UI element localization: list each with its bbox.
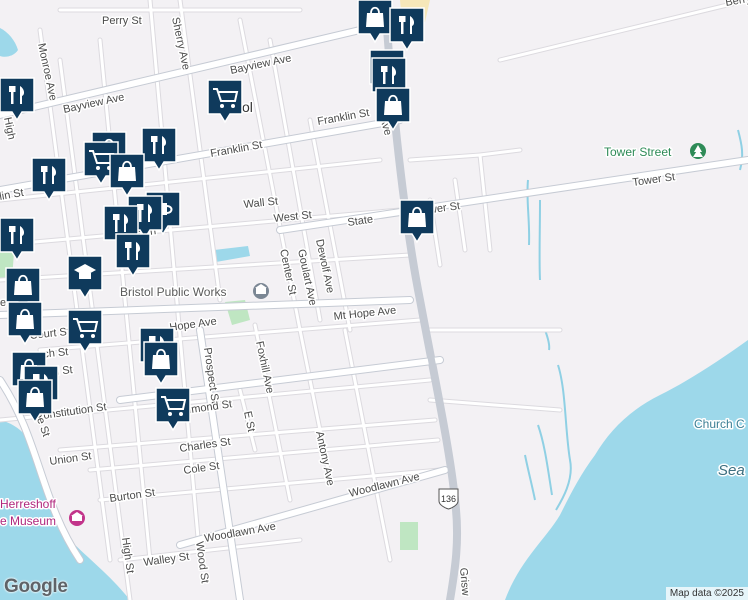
street-label: High bbox=[1, 116, 17, 141]
route-shield: 136 bbox=[438, 488, 459, 510]
street-label: Center St bbox=[277, 248, 298, 296]
government-building-icon bbox=[253, 283, 269, 299]
street-label: Antony Ave bbox=[313, 430, 336, 487]
museum-label: Herreshoff bbox=[0, 497, 56, 511]
water-label: Church C bbox=[694, 417, 745, 431]
shopping-cart-icon[interactable] bbox=[155, 387, 191, 432]
street-label: Grisw bbox=[457, 567, 471, 596]
street-label: Sherry Ave bbox=[169, 16, 192, 71]
street-label: Union St bbox=[49, 450, 92, 468]
creek-water bbox=[0, 28, 18, 57]
park-label: Tower Street bbox=[604, 145, 672, 159]
street-label: Monroe Ave bbox=[35, 42, 59, 102]
restaurant-icon[interactable] bbox=[389, 7, 425, 52]
water-label: Sea bbox=[718, 462, 745, 479]
map-attribution[interactable]: Map data ©2025 bbox=[665, 587, 748, 600]
street-label: E St bbox=[241, 410, 257, 433]
svg-text:136: 136 bbox=[441, 494, 456, 504]
street-label: Berry bbox=[724, 0, 748, 9]
pond bbox=[214, 246, 250, 262]
street-label: Wood St bbox=[193, 541, 211, 584]
shopping-bag-icon[interactable] bbox=[143, 341, 179, 386]
museum-label: e Museum bbox=[0, 514, 56, 528]
park-icon bbox=[690, 143, 706, 159]
shopping-cart-icon[interactable] bbox=[207, 79, 243, 124]
street-label: High St bbox=[119, 537, 136, 574]
bay-water bbox=[505, 340, 748, 600]
street-label: Goulart Ave bbox=[295, 248, 319, 307]
stream bbox=[555, 364, 572, 511]
museum-icon bbox=[69, 510, 85, 526]
poi-label: Bristol Public Works bbox=[120, 285, 226, 299]
stream bbox=[537, 424, 553, 496]
stream bbox=[524, 454, 536, 501]
street-label: Perry St bbox=[102, 15, 142, 27]
street-label: State bbox=[347, 214, 374, 229]
stream bbox=[544, 329, 551, 351]
google-logo: Google bbox=[4, 576, 68, 597]
park-area bbox=[400, 522, 418, 550]
street-label: Franklin St bbox=[209, 139, 263, 160]
street-label: lin St bbox=[0, 187, 25, 203]
map-canvas[interactable]: Perry St Bayview Ave Bayview Ave Sherry … bbox=[0, 0, 748, 600]
street-label: Wall St bbox=[243, 195, 279, 211]
